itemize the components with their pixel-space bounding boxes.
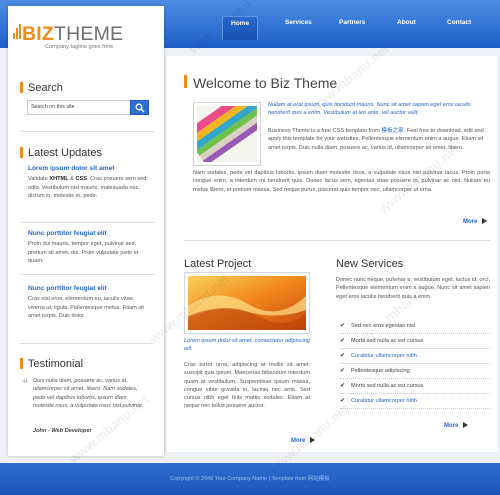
search-icon: [135, 103, 145, 113]
update-title-2[interactable]: Nunc porttitor feugiat elit: [28, 229, 107, 239]
nav-about[interactable]: About: [397, 18, 416, 27]
title-accent: [184, 75, 187, 88]
update-text-3: Cras nisl eros, elementum eu, iaculis vi…: [28, 296, 144, 319]
nav-partners[interactable]: Partners: [339, 18, 365, 27]
search-heading: Search: [20, 81, 63, 97]
color-swatches-image: [183, 86, 272, 166]
welcome-more-link[interactable]: More: [463, 218, 487, 227]
footer-copyright: Copyright © 2048 Your Company Name | Tem…: [170, 476, 330, 482]
new-services-heading: New Services: [336, 258, 404, 270]
update-text-1: Validate XHTML & CSS. Cras posuere sem s…: [28, 176, 147, 199]
testimonial-heading: Testimonial: [19, 357, 83, 373]
welcome-intro: Nullam at erat ipsum, quis tincidunt mau…: [268, 102, 471, 117]
content-divider: [184, 240, 490, 241]
sidebar-divider: [20, 131, 154, 132]
search-button[interactable]: [130, 100, 149, 115]
template-link[interactable]: 模板之家: [381, 128, 403, 134]
project-description: Cras tortor urna, adipiscing at mollis s…: [184, 362, 310, 410]
latest-updates-heading: Latest Updates: [20, 146, 102, 162]
update-title-3[interactable]: Nunc porttitor feugiat elit: [28, 284, 107, 294]
testimonial-author: John - Web Developer: [33, 428, 92, 434]
services-more-link[interactable]: More: [444, 422, 468, 431]
logo-mark-icon: [13, 24, 21, 39]
service-item: Morbi sed nulla ac est cursus: [340, 379, 490, 394]
update-title-1[interactable]: Lorem ipsum dolor sit amet: [28, 164, 114, 174]
welcome-paragraph-2: Nam sodales, pede vel dapibus lobortis, …: [193, 170, 490, 193]
site-tagline: Company tagline goes here: [45, 44, 114, 50]
sidebar-divider: [20, 343, 154, 344]
update-text-2: Proin dui mauris, tempor eget, pulvinar …: [28, 241, 139, 264]
nav-services[interactable]: Services: [285, 18, 312, 27]
page-title: Welcome to Biz Theme: [193, 75, 338, 91]
sidebar-divider: [20, 222, 154, 223]
latest-project-heading: Latest Project: [184, 258, 252, 270]
nav-contact[interactable]: Contact: [447, 18, 471, 27]
sidebar-divider: [20, 274, 154, 275]
welcome-thumbnail: [183, 86, 272, 166]
quote-icon: “: [23, 376, 28, 392]
service-item-link[interactable]: Curabitur ullamcorper nibh: [340, 349, 490, 364]
service-item-link[interactable]: Curabitur ullamcorper nibh: [340, 394, 490, 409]
project-caption: Lorem ipsum dolor sit amet, consectetur …: [184, 338, 310, 353]
service-item: Pellentesque adipiscing: [340, 364, 490, 379]
